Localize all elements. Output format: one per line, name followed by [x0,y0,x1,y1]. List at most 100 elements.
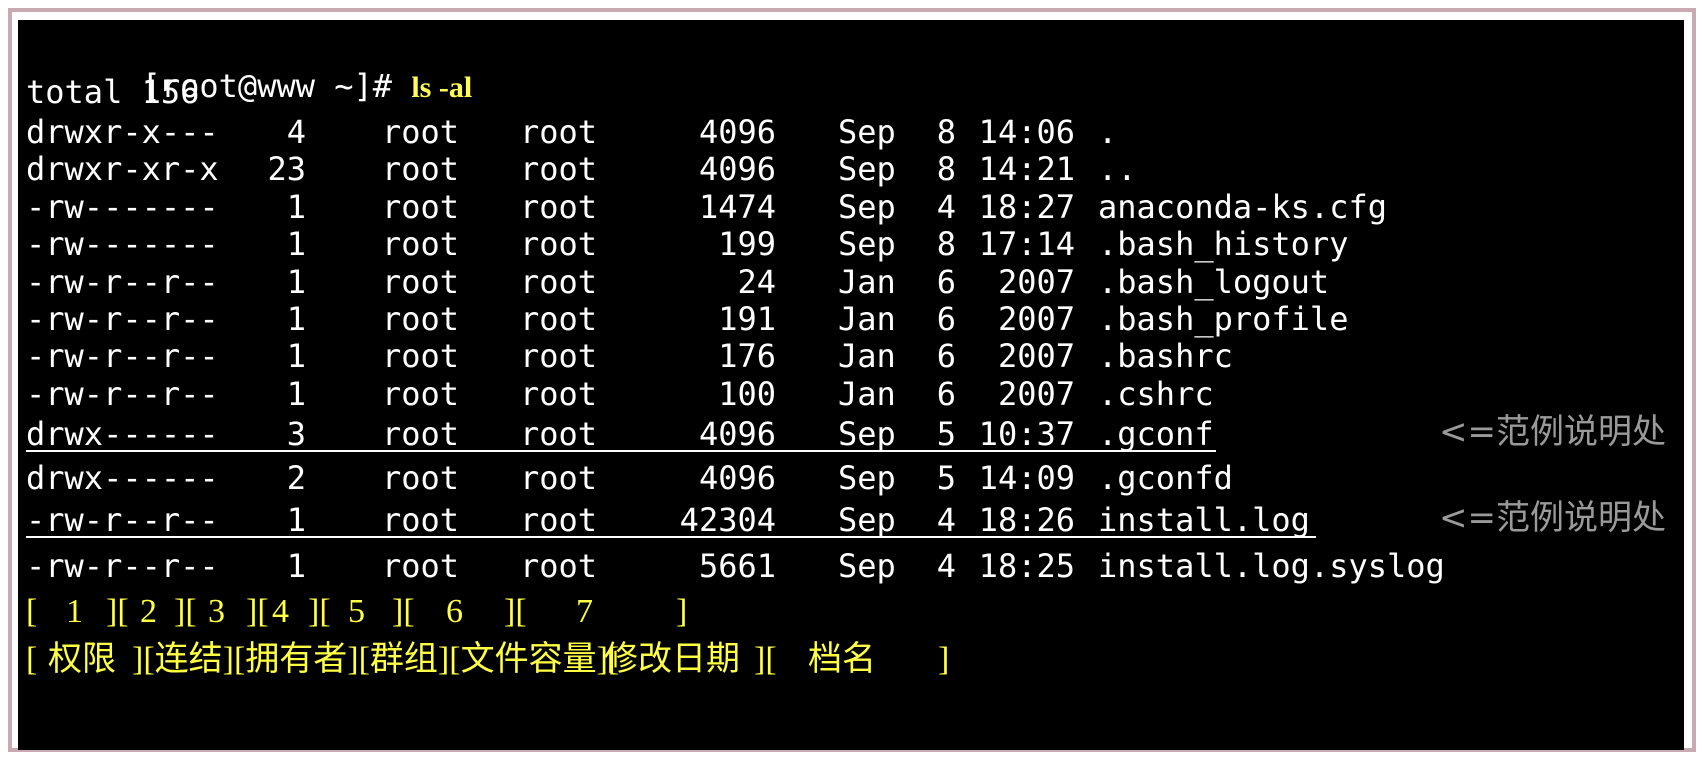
entry-name: .cshrc [1098,375,1214,413]
entry-day: 6 [936,337,956,375]
legend-label-token: [ [26,641,38,678]
listing-row: -rw------- 1 root root 199 Sep 8 17:14 .bash_his… [26,226,1676,262]
legend-number-token: 7 [576,593,593,630]
entry-day: 4 [936,188,956,226]
legend-number-token: 5 [348,593,365,630]
total-line: total 156 [26,73,200,111]
legend-number-token: 1 [66,593,83,630]
entry-name: . [1098,113,1118,151]
entry-group: root [520,300,598,338]
entry-time: 18:25 [978,547,1075,585]
entry-month: Sep [838,415,896,453]
entry-links: 4 [286,113,306,151]
entry-day: 4 [936,501,956,539]
entry-day: 4 [936,547,956,585]
legend-number-token: ][ [308,593,331,630]
entry-name: install.log.syslog [1098,547,1445,585]
legend-number-token: 2 [140,593,157,630]
entry-day: 6 [936,375,956,413]
entry-group: root [520,459,598,497]
entry-group: root [520,375,598,413]
entry-owner: root [382,300,460,338]
listing-row: drwx------ 3 root root 4096 Sep 5 10:37 .gconf <=… [26,412,1676,453]
legend-number-token: ][ [392,593,415,630]
entry-time: 14:09 [978,459,1075,497]
entry-links: 23 [267,150,306,188]
entry-perms: -rw-r--r-- [26,337,219,375]
annotation-note: <=范例说明处 [1439,498,1666,538]
listing-row: drwxr-xr-x 23 root root 4096 Sep 8 14:21.. [26,151,1676,187]
entry-time: 17:14 [978,225,1075,263]
entry-time: 2007 [997,263,1075,301]
listing-row: -rw-r--r-- 1 root root 100 Jan 6 2007 .cshrc [26,376,1676,412]
entry-owner: root [382,415,460,453]
entry-perms: -rw-r--r-- [26,547,219,585]
entry-month: Sep [838,547,896,585]
legend-number-token: ][ [106,593,129,630]
entry-size: 199 [718,225,776,263]
legend-label-token: ] [938,641,950,678]
legend-number-token: 4 [272,593,289,630]
entry-perms: -rw-r--r-- [26,263,219,301]
entry-day: 5 [936,459,956,497]
terminal-window[interactable]: [root@www ~]# ls -al total 156 drwxr-x--… [18,20,1684,750]
entry-links: 1 [286,337,306,375]
entry-name: .bash_profile [1098,300,1349,338]
legend-label-token: ][ [754,641,777,678]
listing-row: -rw-r--r-- 1 root root 191 Jan 6 2007 .bash_prof… [26,301,1676,337]
entry-time: 2007 [997,337,1075,375]
legend-number-token: ][ [174,593,197,630]
entry-time: 10:37 [978,415,1075,453]
entry-links: 1 [286,375,306,413]
annotation-note: <=范例说明处 [1439,412,1666,452]
entry-perms: drwx------ [26,415,219,453]
entry-owner: root [382,459,460,497]
entry-group: root [520,188,598,226]
entry-group: root [520,263,598,301]
entry-links: 1 [286,263,306,301]
entry-month: Jan [838,300,896,338]
entry-links: 1 [286,501,306,539]
entry-size: 4096 [698,415,776,453]
listing-row: drwxr-x--- 4 root root 4096 Sep 8 14:06. [26,114,1676,150]
entry-owner: root [382,150,460,188]
entry-owner: root [382,337,460,375]
entry-day: 5 [936,415,956,453]
entry-group: root [520,415,598,453]
listing-row: -rw------- 1 root root 1474 Sep 4 18:27 anaconda… [26,189,1676,225]
entry-time: 14:21 [978,150,1075,188]
entry-owner: root [382,188,460,226]
entry-size: 4096 [698,150,776,188]
entry-month: Jan [838,375,896,413]
entry-time: 18:26 [978,501,1075,539]
entry-name: .bash_history [1098,225,1349,263]
entry-perms: drwx------ [26,459,219,497]
legend-number-token: ][ [504,593,527,630]
entry-size: 1474 [698,188,776,226]
entry-month: Sep [838,459,896,497]
legend-number-token: [ [26,593,38,630]
entry-links: 1 [286,300,306,338]
entry-time: 14:06 [978,113,1075,151]
entry-owner: root [382,225,460,263]
command-line: [root@www ~]# ls -al [26,32,473,104]
legend-number-token: ][ [246,593,269,630]
entry-time: 2007 [997,300,1075,338]
entry-size: 24 [737,263,776,301]
entry-perms: -rw------- [26,225,219,263]
entry-perms: drwxr-x--- [26,113,219,151]
legend-label-token: 权限 [48,641,116,678]
listing-row: -rw-r--r-- 1 root root 176 Jan 6 2007 .bashrc [26,338,1676,374]
entry-time: 18:27 [978,188,1075,226]
entry-size: 5661 [698,547,776,585]
entry-group: root [520,337,598,375]
listing-row: drwx------ 2 root root 4096 Sep 5 14:09 .gconfd [26,460,1676,496]
entry-day: 8 [936,113,956,151]
entry-month: Sep [838,150,896,188]
entry-month: Sep [838,225,896,263]
entry-size: 191 [718,300,776,338]
legend-label-token: 档名 [808,641,876,678]
entry-group: root [520,225,598,263]
entry-time: 2007 [997,375,1075,413]
entry-name: .bashrc [1098,337,1233,375]
